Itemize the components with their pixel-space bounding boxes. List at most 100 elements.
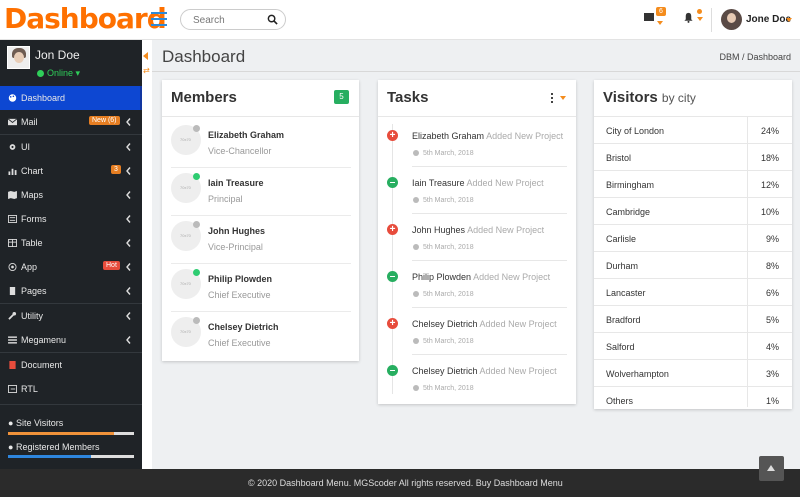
scroll-to-top-button[interactable]: [759, 456, 784, 481]
table-row: Birmingham 12%: [594, 171, 792, 198]
sidebar-item-maps[interactable]: Maps: [0, 183, 142, 207]
task-row[interactable]: + John Hughes Added New Project 5th March,…: [378, 219, 576, 266]
member-name[interactable]: Chelsey Dietrich: [208, 322, 279, 332]
city-cell: Wolverhampton: [606, 369, 669, 379]
sidebar-item-dashboard[interactable]: Dashboard: [0, 86, 142, 110]
task-action: Added New Project: [486, 131, 564, 141]
avatar-placeholder: 70x70: [180, 137, 191, 142]
member-name[interactable]: John Hughes: [208, 226, 265, 236]
sidebar-item-megamenu[interactable]: Megamenu: [0, 328, 142, 352]
minus-icon[interactable]: –: [387, 365, 398, 376]
task-user[interactable]: Elizabeth Graham: [412, 131, 484, 141]
city-cell: Salford: [606, 342, 635, 352]
minus-icon[interactable]: –: [387, 177, 398, 188]
chevron-down-icon[interactable]: [657, 21, 663, 25]
sidebar-item-chart[interactable]: Chart 3: [0, 159, 142, 183]
task-user[interactable]: Philip Plowden: [412, 272, 471, 282]
city-cell: Durham: [606, 261, 639, 271]
menu-toggle-icon[interactable]: [151, 12, 167, 26]
member-row[interactable]: 70x70 Philip Plowden Chief Executive: [171, 264, 351, 312]
member-row[interactable]: 70x70 John Hughes Vice-Principal: [171, 216, 351, 264]
task-row[interactable]: + Elizabeth Graham Added New Project 5th M…: [378, 125, 576, 172]
avatar[interactable]: [7, 46, 30, 69]
task-row[interactable]: – Chelsey Dietrich Added New Project 5th M…: [378, 360, 576, 407]
percent-cell: 3%: [765, 369, 779, 379]
sidebar-item-rtl[interactable]: RTL: [0, 377, 142, 401]
status-toggle[interactable]: Online ▾: [37, 68, 80, 79]
task-date: 5th March, 2018: [413, 385, 474, 392]
menu-icon: [8, 336, 17, 344]
visitors-card: Visitors by city City of London 24% Bristo…: [594, 80, 792, 409]
sidebar-item-table[interactable]: Table: [0, 231, 142, 255]
users-icon: ●: [8, 418, 14, 428]
percent-cell: 24%: [760, 126, 779, 136]
sidebar-item-utility[interactable]: Utility: [0, 304, 142, 328]
search-input[interactable]: [193, 13, 267, 27]
plus-icon[interactable]: +: [387, 130, 398, 141]
task-date: 5th March, 2018: [413, 291, 474, 298]
avatar-placeholder: 70x70: [180, 329, 191, 334]
task-action: Added New Project: [473, 272, 551, 282]
members-title: Members: [171, 89, 237, 106]
sidebar-item-mail[interactable]: Mail New (6): [0, 110, 142, 134]
user-menu-name[interactable]: Jone Doe: [746, 14, 791, 25]
task-user[interactable]: Chelsey Dietrich: [412, 319, 478, 329]
sidebar-item-forms[interactable]: Forms: [0, 207, 142, 231]
member-row[interactable]: 70x70 Chelsey Dietrich Chief Executive: [171, 312, 351, 360]
city-cell: City of London: [606, 126, 665, 136]
member-role: Vice-Principal: [208, 242, 263, 252]
task-user[interactable]: Chelsey Dietrich: [412, 366, 478, 376]
chevron-left-icon: [126, 336, 131, 344]
avatar[interactable]: [721, 9, 742, 30]
divider: [152, 71, 800, 72]
sidebar-item-ui[interactable]: UI: [0, 135, 142, 159]
percent-cell: 1%: [765, 396, 779, 406]
chevron-down-icon[interactable]: [560, 96, 566, 100]
chevron-down-icon[interactable]: [786, 18, 792, 22]
search-icon[interactable]: [267, 14, 278, 25]
breadcrumb[interactable]: DBM / Dashboard: [719, 52, 791, 62]
chevron-left-icon: [126, 118, 131, 126]
book-icon: [9, 361, 16, 369]
chevron-down-icon[interactable]: [697, 17, 703, 21]
member-row[interactable]: 70x70 Elizabeth Graham Vice-Chancellor: [171, 120, 351, 168]
rtl-icon: [8, 385, 17, 393]
chevron-left-icon: [126, 167, 131, 175]
table-row: Carlisle 9%: [594, 225, 792, 252]
task-row[interactable]: + Chelsey Dietrich Added New Project 5th M…: [378, 313, 576, 360]
member-name[interactable]: Iain Treasure: [208, 178, 264, 188]
task-date-text: 5th March, 2018: [423, 244, 474, 251]
plus-icon[interactable]: +: [387, 224, 398, 235]
table-row: Wolverhampton 3%: [594, 360, 792, 387]
visitors-subtitle: by city: [661, 91, 696, 105]
chevron-down-icon: ▾: [75, 68, 81, 78]
member-name[interactable]: Elizabeth Graham: [208, 130, 284, 140]
bell-icon[interactable]: [683, 12, 694, 23]
progress-fill: [8, 455, 92, 458]
minus-icon[interactable]: –: [387, 271, 398, 282]
member-name[interactable]: Philip Plowden: [208, 274, 272, 284]
sidebar-item-app[interactable]: App Hot: [0, 255, 142, 279]
sidebar-item-pages[interactable]: Pages: [0, 279, 142, 303]
task-row[interactable]: – Philip Plowden Added New Project 5th Mar…: [378, 266, 576, 313]
task-user[interactable]: Iain Treasure: [412, 178, 465, 188]
table-row: Bradford 5%: [594, 306, 792, 333]
task-date-text: 5th March, 2018: [423, 338, 474, 345]
task-user[interactable]: John Hughes: [412, 225, 465, 235]
plus-icon[interactable]: +: [387, 318, 398, 329]
member-row[interactable]: 70x70 Iain Treasure Principal: [171, 168, 351, 216]
app-icon: [8, 263, 17, 271]
sidebar-user-panel: Jon Doe Online ▾: [0, 40, 142, 84]
logo[interactable]: Dashboard: [4, 2, 167, 35]
site-visitors-progress: [8, 432, 134, 435]
table-row: Others 1%: [594, 387, 792, 414]
swap-icon[interactable]: ⇄: [143, 66, 150, 75]
form-icon: [8, 215, 17, 223]
collapse-sidebar-icon[interactable]: [143, 52, 148, 60]
city-cell: Lancaster: [606, 288, 646, 298]
sidebar-item-document[interactable]: Document: [0, 353, 142, 377]
percent-cell: 8%: [765, 261, 779, 271]
mail-icon[interactable]: [644, 13, 654, 21]
task-row[interactable]: – Iain Treasure Added New Project 5th Marc…: [378, 172, 576, 219]
more-options-icon[interactable]: [551, 93, 554, 103]
